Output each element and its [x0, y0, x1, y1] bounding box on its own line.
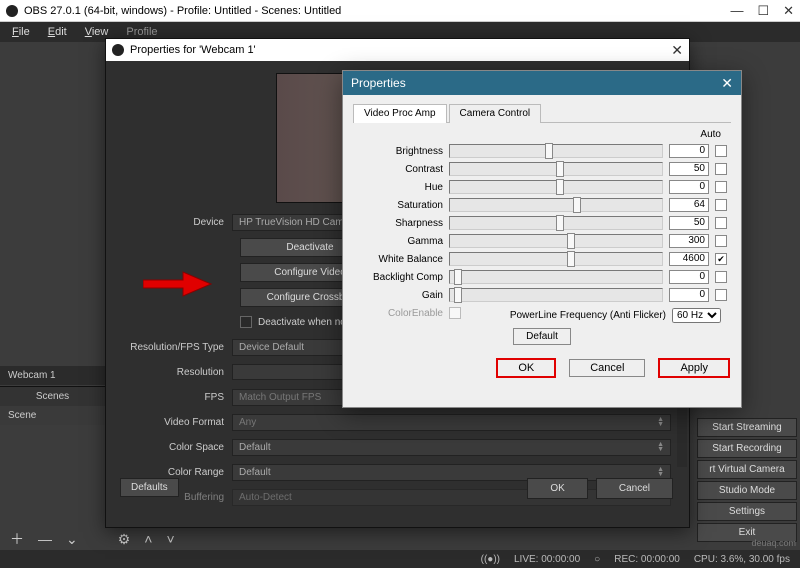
whitebalance-value[interactable]: 4600: [669, 252, 709, 266]
brightness-value[interactable]: 0: [669, 144, 709, 158]
auto-header: Auto: [357, 129, 727, 140]
menu-file[interactable]: File: [4, 24, 38, 40]
status-cpu: CPU: 3.6%, 30.00 fps: [694, 554, 790, 565]
contrast-auto-checkbox[interactable]: [715, 163, 727, 175]
gamma-auto-checkbox[interactable]: [715, 235, 727, 247]
settings-button[interactable]: Settings: [697, 502, 797, 521]
start-recording-button[interactable]: Start Recording: [697, 439, 797, 458]
res-type-label: Resolution/FPS Type: [124, 342, 232, 353]
whitebalance-label: White Balance: [357, 254, 443, 265]
videoprocamp-dialog: Properties ✕ Video Proc Amp Camera Contr…: [342, 70, 742, 408]
status-bar: ((●)) LIVE: 00:00:00 ○ REC: 00:00:00 CPU…: [0, 550, 800, 568]
colorenable-label: ColorEnable: [357, 308, 443, 319]
inner-ok-button[interactable]: OK: [527, 478, 587, 499]
powerline-freq-label: PowerLine Frequency (Anti Flicker): [510, 310, 666, 321]
remove-icon[interactable]: —: [34, 531, 56, 547]
backlight-label: Backlight Comp: [357, 272, 443, 283]
scene-item[interactable]: Scene: [0, 406, 105, 425]
obs-icon: [112, 44, 124, 56]
color-space-label: Color Space: [124, 442, 232, 453]
vpa-apply-button[interactable]: Apply: [659, 359, 729, 377]
backlight-auto-checkbox[interactable]: [715, 271, 727, 283]
device-label: Device: [124, 217, 232, 228]
app-icon: [6, 5, 18, 17]
broadcast-icon: ((●)): [481, 554, 500, 565]
close-icon[interactable]: ✕: [671, 42, 683, 59]
rec-icon: ○: [594, 554, 600, 565]
sharpness-label: Sharpness: [357, 218, 443, 229]
vpa-cancel-button[interactable]: Cancel: [569, 359, 645, 377]
backlight-value[interactable]: 0: [669, 270, 709, 284]
main-titlebar: OBS 27.0.1 (64-bit, windows) - Profile: …: [0, 0, 800, 22]
close-icon[interactable]: ✕: [721, 75, 733, 92]
inner-cancel-button[interactable]: Cancel: [596, 478, 673, 499]
saturation-slider[interactable]: [449, 198, 663, 212]
scenes-header: Scenes: [0, 386, 105, 406]
whitebalance-slider[interactable]: [449, 252, 663, 266]
sharpness-value[interactable]: 50: [669, 216, 709, 230]
video-format-select[interactable]: Any▲▼: [232, 414, 671, 431]
contrast-value[interactable]: 50: [669, 162, 709, 176]
contrast-slider[interactable]: [449, 162, 663, 176]
status-rec: REC: 00:00:00: [614, 554, 680, 565]
studio-mode-button[interactable]: Studio Mode: [697, 481, 797, 500]
virtual-camera-button[interactable]: rt Virtual Camera: [697, 460, 797, 479]
minimize-icon[interactable]: —: [730, 3, 743, 19]
defaults-button[interactable]: Defaults: [120, 478, 179, 497]
source-webcam1[interactable]: Webcam 1: [0, 366, 105, 385]
powerline-freq-select[interactable]: 60 Hz: [672, 308, 721, 323]
gain-auto-checkbox[interactable]: [715, 289, 727, 301]
hue-auto-checkbox[interactable]: [715, 181, 727, 193]
gamma-slider[interactable]: [449, 234, 663, 248]
gain-slider[interactable]: [449, 288, 663, 302]
gamma-value[interactable]: 300: [669, 234, 709, 248]
menu-edit[interactable]: Edit: [40, 24, 75, 40]
vpa-title: Properties: [351, 76, 721, 90]
hue-value[interactable]: 0: [669, 180, 709, 194]
color-range-label: Color Range: [124, 467, 232, 478]
video-format-label: Video Format: [124, 417, 232, 428]
whitebalance-auto-checkbox[interactable]: [715, 253, 727, 265]
colorenable-checkbox: [449, 307, 461, 319]
start-streaming-button[interactable]: Start Streaming: [697, 418, 797, 437]
gain-label: Gain: [357, 290, 443, 301]
tab-camera-control[interactable]: Camera Control: [449, 104, 542, 123]
down-icon[interactable]: ˅: [162, 531, 178, 547]
resolution-label: Resolution: [124, 367, 232, 378]
chevron-down-icon[interactable]: ⌄: [62, 531, 82, 548]
bottom-toolbar: ＋ — ⌄ ⚙ ˄ ˅: [0, 528, 185, 550]
gear-icon[interactable]: ⚙: [114, 531, 135, 548]
window-title: OBS 27.0.1 (64-bit, windows) - Profile: …: [24, 5, 730, 17]
close-icon[interactable]: ✕: [783, 3, 794, 19]
fps-label: FPS: [124, 392, 232, 403]
brightness-label: Brightness: [357, 146, 443, 157]
gain-value[interactable]: 0: [669, 288, 709, 302]
tab-video-proc-amp[interactable]: Video Proc Amp: [353, 104, 447, 123]
inner-window-title: Properties for 'Webcam 1': [130, 44, 671, 56]
watermark: deuaq.com: [751, 538, 796, 548]
saturation-auto-checkbox[interactable]: [715, 199, 727, 211]
gamma-label: Gamma: [357, 236, 443, 247]
contrast-label: Contrast: [357, 164, 443, 175]
brightness-auto-checkbox[interactable]: [715, 145, 727, 157]
brightness-slider[interactable]: [449, 144, 663, 158]
deactivate-when-checkbox[interactable]: [240, 316, 252, 328]
backlight-slider[interactable]: [449, 270, 663, 284]
hue-label: Hue: [357, 182, 443, 193]
up-icon[interactable]: ˄: [140, 531, 156, 547]
sharpness-auto-checkbox[interactable]: [715, 217, 727, 229]
vpa-ok-button[interactable]: OK: [497, 359, 555, 377]
saturation-label: Saturation: [357, 200, 443, 211]
hue-slider[interactable]: [449, 180, 663, 194]
saturation-value[interactable]: 64: [669, 198, 709, 212]
add-icon[interactable]: ＋: [6, 529, 28, 549]
status-live: LIVE: 00:00:00: [514, 554, 580, 565]
color-space-select[interactable]: Default▲▼: [232, 439, 671, 456]
default-button[interactable]: Default: [513, 328, 571, 345]
maximize-icon[interactable]: ☐: [757, 3, 769, 19]
sharpness-slider[interactable]: [449, 216, 663, 230]
